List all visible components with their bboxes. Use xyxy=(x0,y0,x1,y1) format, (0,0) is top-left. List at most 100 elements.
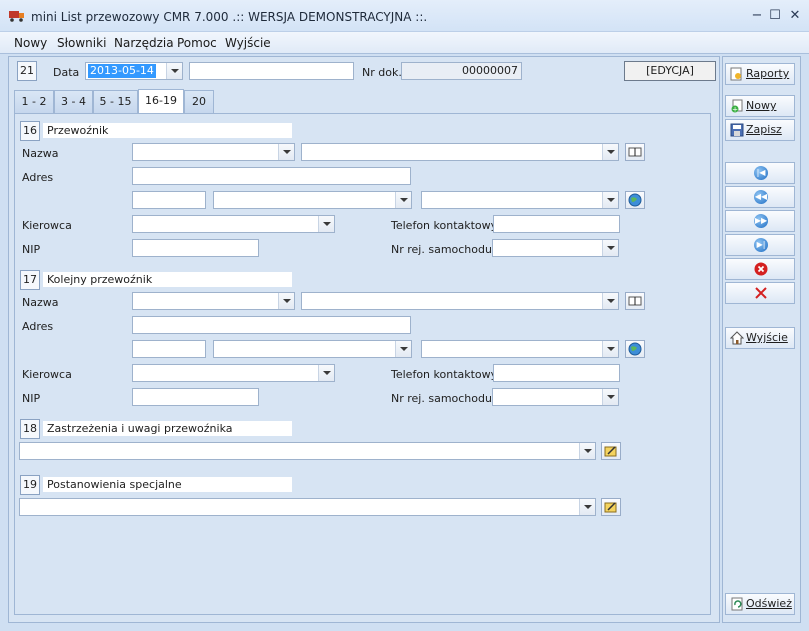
skip-last-icon: ▶| xyxy=(754,238,768,252)
next-carrier-name-combo[interactable] xyxy=(132,292,295,310)
edit-mode-indicator: [EDYCJA] xyxy=(624,61,716,81)
chevron-down-icon[interactable] xyxy=(602,240,618,256)
carrier-plate-combo[interactable] xyxy=(492,239,619,257)
carrier-name-combo[interactable] xyxy=(132,143,295,161)
tab-3-4[interactable]: 3 - 4 xyxy=(54,90,93,113)
chevron-down-icon[interactable] xyxy=(602,293,618,309)
menu-slowniki[interactable]: Słowniki xyxy=(57,36,106,50)
edit-remarks-button[interactable] xyxy=(601,442,621,460)
date-label: Data xyxy=(53,66,80,79)
doc-number-field: 00000007 xyxy=(401,62,522,80)
address-book-button[interactable] xyxy=(625,143,645,161)
section-19-title: Postanowienia specjalne xyxy=(43,477,292,492)
address-book-button-2[interactable] xyxy=(625,292,645,310)
chevron-down-icon[interactable] xyxy=(278,293,294,309)
refresh-icon xyxy=(731,597,743,611)
tab-20[interactable]: 20 xyxy=(184,90,214,113)
new-button[interactable]: + Nowy xyxy=(725,95,795,117)
first-record-button[interactable]: |◀ xyxy=(725,162,795,184)
globe-icon xyxy=(628,342,642,356)
carrier-plate-label: Nr rej. samochodu xyxy=(391,243,492,256)
window-title: mini List przewozowy CMR 7.000 .:: WERSJ… xyxy=(31,10,428,24)
refresh-button[interactable]: Odśwież xyxy=(725,593,795,615)
chevron-down-icon[interactable] xyxy=(602,144,618,160)
menu-pomoc[interactable]: Pomoc xyxy=(177,36,217,50)
next-record-button[interactable]: ▶▶ xyxy=(725,210,795,232)
chevron-down-icon[interactable] xyxy=(318,365,334,381)
title-bar: mini List przewozowy CMR 7.000 .:: WERSJ… xyxy=(0,0,809,31)
chevron-down-icon[interactable] xyxy=(318,216,334,232)
place-input[interactable] xyxy=(189,62,354,80)
next-carrier-postcode-input[interactable] xyxy=(132,340,206,358)
reports-label: Raporty xyxy=(746,67,790,80)
carrier-city-combo[interactable] xyxy=(213,191,412,209)
carrier-remarks-combo[interactable] xyxy=(19,442,596,460)
chevron-down-icon[interactable] xyxy=(579,499,595,515)
chevron-down-icon[interactable] xyxy=(395,192,411,208)
section-17-title: Kolejny przewoźnik xyxy=(43,272,292,287)
chevron-down-icon[interactable] xyxy=(602,389,618,405)
menu-narzedzia[interactable]: Narzędzia xyxy=(114,36,174,50)
next-carrier-name2-combo[interactable] xyxy=(301,292,619,310)
date-value: 2013-05-14 xyxy=(88,64,156,78)
previous-record-button[interactable]: ◀◀ xyxy=(725,186,795,208)
carrier-address-input[interactable] xyxy=(132,167,411,185)
menu-nowy[interactable]: Nowy xyxy=(14,36,47,50)
next-carrier-phone-input[interactable] xyxy=(493,364,620,382)
chevron-down-icon[interactable] xyxy=(395,341,411,357)
close-button[interactable]: ✕ xyxy=(786,8,804,24)
field-number-17: 17 xyxy=(20,270,40,290)
section-18-title: Zastrzeżenia i uwagi przewoźnika xyxy=(43,421,292,436)
skip-first-icon: |◀ xyxy=(754,166,768,180)
edit-provisions-button[interactable] xyxy=(601,498,621,516)
special-provisions-combo[interactable] xyxy=(19,498,596,516)
field-number-18: 18 xyxy=(20,419,40,439)
carrier-country-combo[interactable] xyxy=(421,191,619,209)
next-carrier-plate-combo[interactable] xyxy=(492,388,619,406)
exit-button[interactable]: Wyjście xyxy=(725,327,795,349)
field-number-21: 21 xyxy=(17,61,37,81)
new-label: Nowy xyxy=(746,99,777,112)
menu-wyjscie[interactable]: Wyjście xyxy=(225,36,271,50)
carrier-driver-label: Kierowca xyxy=(22,219,72,232)
next-carrier-nip-label: NIP xyxy=(22,392,41,405)
book-icon xyxy=(628,296,642,306)
carrier-phone-input[interactable] xyxy=(493,215,620,233)
next-carrier-nip-input[interactable] xyxy=(132,388,259,406)
carrier-nip-label: NIP xyxy=(22,243,41,256)
globe-button[interactable] xyxy=(625,191,645,209)
next-icon: ▶▶ xyxy=(754,214,768,228)
chevron-down-icon[interactable] xyxy=(579,443,595,459)
chevron-down-icon[interactable] xyxy=(602,341,618,357)
reports-button[interactable]: Raporty xyxy=(725,63,795,85)
tab-1-2[interactable]: 1 - 2 xyxy=(14,90,54,113)
chevron-down-icon[interactable] xyxy=(602,192,618,208)
carrier-name2-combo[interactable] xyxy=(301,143,619,161)
delete-button[interactable] xyxy=(725,258,795,280)
field-number-19: 19 xyxy=(20,475,40,495)
carrier-postcode-input[interactable] xyxy=(132,191,206,209)
save-button[interactable]: Zapisz xyxy=(725,119,795,141)
tab-16-19[interactable]: 16-19 xyxy=(138,89,184,113)
floppy-icon xyxy=(730,123,744,137)
next-carrier-driver-label: Kierowca xyxy=(22,368,72,381)
globe-button-2[interactable] xyxy=(625,340,645,358)
truck-icon xyxy=(9,11,24,22)
carrier-driver-combo[interactable] xyxy=(132,215,335,233)
next-carrier-city-combo[interactable] xyxy=(213,340,412,358)
chevron-down-icon[interactable] xyxy=(278,144,294,160)
minimize-button[interactable]: − xyxy=(748,8,766,24)
carrier-nip-input[interactable] xyxy=(132,239,259,257)
tab-5-15[interactable]: 5 - 15 xyxy=(93,90,138,113)
next-carrier-address-input[interactable] xyxy=(132,316,411,334)
next-carrier-country-combo[interactable] xyxy=(421,340,619,358)
cancel-button[interactable] xyxy=(725,282,795,304)
date-picker[interactable]: 2013-05-14 xyxy=(85,62,183,80)
next-carrier-address-label: Adres xyxy=(22,320,54,333)
next-carrier-driver-combo[interactable] xyxy=(132,364,335,382)
last-record-button[interactable]: ▶| xyxy=(725,234,795,256)
chevron-down-icon[interactable] xyxy=(166,63,182,79)
book-icon xyxy=(628,147,642,157)
section-16-title: Przewoźnik xyxy=(43,123,292,138)
maximize-button[interactable]: ☐ xyxy=(766,8,784,24)
